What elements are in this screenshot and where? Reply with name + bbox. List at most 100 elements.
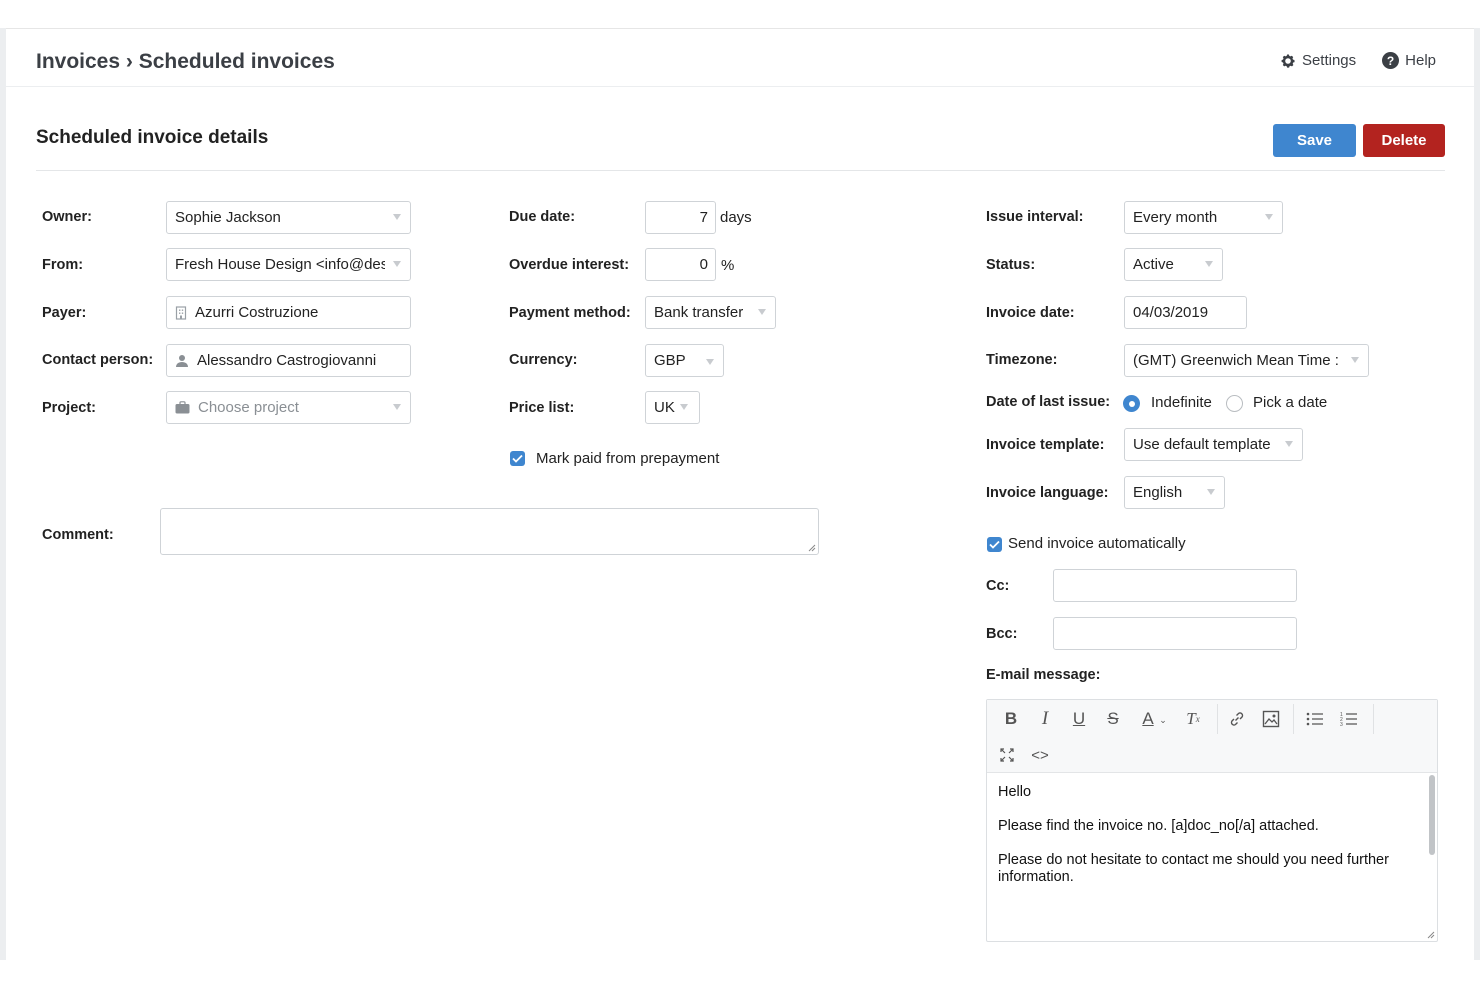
- interval-value: Every month: [1133, 209, 1218, 226]
- source-code-icon[interactable]: <>: [1028, 743, 1052, 767]
- send-auto-checkbox[interactable]: [987, 537, 1002, 552]
- help-link[interactable]: ? Help: [1382, 52, 1436, 69]
- svg-text:3: 3: [1340, 722, 1343, 727]
- overdue-suffix: %: [721, 257, 735, 274]
- bcc-input[interactable]: [1053, 617, 1297, 650]
- indefinite-radio[interactable]: [1123, 395, 1140, 412]
- pricelist-value: UK: [654, 399, 675, 416]
- cc-label: Cc:: [986, 578, 1010, 594]
- interval-label: Issue interval:: [986, 209, 1084, 225]
- due-date-value: 7: [699, 209, 708, 226]
- pricelist-select[interactable]: UK: [645, 391, 700, 424]
- last-issue-label: Date of last issue:: [986, 394, 1111, 410]
- top-links: Settings ? Help: [1280, 52, 1436, 69]
- chevron-down-icon: [393, 261, 401, 267]
- bullet-list-icon[interactable]: [1303, 707, 1327, 731]
- clear-format-icon[interactable]: Tx: [1181, 707, 1205, 731]
- resize-handle-icon[interactable]: [808, 544, 816, 552]
- interval-select[interactable]: Every month: [1124, 201, 1283, 234]
- briefcase-icon: [175, 401, 190, 414]
- language-label: Invoice language:: [986, 485, 1109, 501]
- pick-date-radio[interactable]: [1226, 395, 1243, 412]
- chevron-down-icon: [1351, 357, 1359, 363]
- status-select[interactable]: Active: [1124, 248, 1223, 281]
- chevron-down-icon: [1207, 489, 1215, 495]
- invoice-date-input[interactable]: 04/03/2019: [1124, 296, 1247, 329]
- chevron-down-icon: [680, 404, 688, 410]
- owner-value: Sophie Jackson: [175, 209, 281, 226]
- chevron-down-icon: [1285, 441, 1293, 447]
- email-line-1: Hello: [998, 784, 1032, 800]
- user-icon: [176, 354, 188, 367]
- template-select[interactable]: Use default template: [1124, 428, 1303, 461]
- contact-label: Contact person:: [42, 352, 154, 368]
- breadcrumb: Invoices › Scheduled invoices: [36, 50, 335, 74]
- chevron-down-icon: [1265, 214, 1273, 220]
- email-line-3: Please do not hesitate to contact me sho…: [998, 852, 1389, 885]
- contact-field[interactable]: Alessandro Castrogiovanni: [166, 344, 411, 377]
- chevron-down-icon: [706, 359, 714, 365]
- editor-toolbar: B I U S A ⌄ Tx 123 <>: [987, 700, 1437, 773]
- comment-textarea[interactable]: [160, 508, 819, 555]
- timezone-select[interactable]: (GMT) Greenwich Mean Time :: [1124, 344, 1369, 377]
- delete-button[interactable]: Delete: [1363, 124, 1445, 157]
- resize-handle-icon[interactable]: [1427, 931, 1435, 939]
- overdue-input[interactable]: 0: [645, 248, 716, 281]
- editor-scrollbar[interactable]: [1429, 775, 1435, 855]
- timezone-label: Timezone:: [986, 352, 1058, 368]
- project-placeholder: Choose project: [198, 399, 299, 416]
- link-icon[interactable]: [1225, 707, 1249, 731]
- pricelist-label: Price list:: [509, 400, 575, 416]
- project-select[interactable]: Choose project: [166, 391, 411, 424]
- indefinite-label: Indefinite: [1151, 394, 1212, 411]
- fullscreen-icon[interactable]: [995, 743, 1019, 767]
- language-select[interactable]: English: [1124, 476, 1225, 509]
- template-label: Invoice template:: [986, 437, 1105, 453]
- from-value: Fresh House Design <info@des: [175, 256, 385, 273]
- font-color-icon[interactable]: A: [1136, 707, 1160, 731]
- breadcrumb-root[interactable]: Invoices: [36, 50, 120, 73]
- currency-select[interactable]: GBP: [645, 344, 724, 377]
- cc-input[interactable]: [1053, 569, 1297, 602]
- comment-label: Comment:: [42, 527, 114, 543]
- currency-value: GBP: [654, 352, 686, 369]
- numbered-list-icon[interactable]: 123: [1337, 707, 1361, 731]
- due-date-label: Due date:: [509, 209, 576, 225]
- send-auto-label: Send invoice automatically: [1008, 535, 1186, 552]
- from-select[interactable]: Fresh House Design <info@des: [166, 248, 411, 281]
- breadcrumb-current: Scheduled invoices: [138, 50, 335, 73]
- settings-link[interactable]: Settings: [1280, 52, 1356, 69]
- building-icon: [175, 305, 187, 320]
- settings-label: Settings: [1301, 52, 1357, 69]
- toolbar-separator: [1217, 704, 1218, 734]
- section-divider: [36, 170, 1445, 171]
- mark-paid-checkbox[interactable]: [510, 451, 525, 466]
- email-line-2: Please find the invoice no. [a]doc_no[/a…: [998, 818, 1319, 834]
- italic-icon[interactable]: I: [1033, 707, 1057, 731]
- chevron-down-icon: [758, 309, 766, 315]
- bold-icon[interactable]: B: [999, 707, 1023, 731]
- payment-select[interactable]: Bank transfer: [645, 296, 776, 329]
- underline-icon[interactable]: U: [1067, 707, 1091, 731]
- left-gutter: [0, 28, 6, 960]
- timezone-value: (GMT) Greenwich Mean Time :: [1133, 352, 1339, 369]
- image-icon[interactable]: [1259, 707, 1283, 731]
- invoice-date-value: 04/03/2019: [1133, 304, 1209, 321]
- status-label: Status:: [986, 257, 1036, 273]
- bcc-label: Bcc:: [986, 626, 1018, 642]
- project-label: Project:: [42, 400, 96, 416]
- toolbar-separator: [1373, 704, 1374, 734]
- email-message-body[interactable]: Hello Please find the invoice no. [a]doc…: [998, 784, 1413, 903]
- currency-label: Currency:: [509, 352, 578, 368]
- save-button[interactable]: Save: [1273, 124, 1356, 157]
- email-editor[interactable]: B I U S A ⌄ Tx 123 <> Hello Please find …: [986, 699, 1438, 942]
- top-strip: [0, 0, 1480, 28]
- payer-field[interactable]: Azurri Costruzione: [166, 296, 411, 329]
- owner-select[interactable]: Sophie Jackson: [166, 201, 411, 234]
- due-date-input[interactable]: 7: [645, 201, 716, 234]
- payer-value: Azurri Costruzione: [195, 304, 319, 321]
- invoice-date-label: Invoice date:: [986, 305, 1075, 321]
- strikethrough-icon[interactable]: S: [1101, 707, 1125, 731]
- right-gutter: [1474, 28, 1480, 960]
- chevron-down-icon[interactable]: ⌄: [1158, 708, 1168, 732]
